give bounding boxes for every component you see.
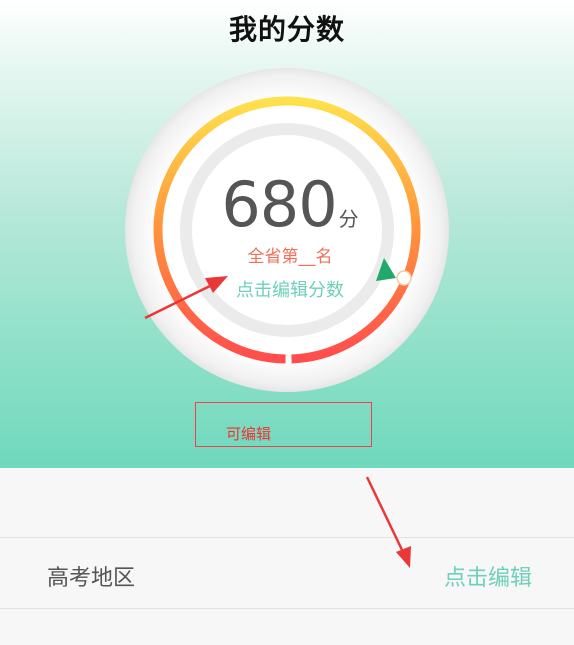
score-value: 680: [221, 168, 337, 241]
region-label: 高考地区: [47, 566, 136, 591]
score-unit: 分: [338, 207, 359, 231]
editable-annotation-label: 可编辑: [226, 425, 272, 443]
editable-annotation-box: 可编辑: [195, 402, 372, 447]
edit-score-link[interactable]: 点击编辑分数: [180, 276, 400, 302]
divider-bottom: [0, 608, 574, 609]
score-header: 我的分数 680 分 全省第__名 点击编辑分数 可编辑: [0, 0, 574, 468]
score-area: 680 分 全省第__名 点击编辑分数: [190, 160, 390, 310]
region-row[interactable]: 高考地区 点击编辑: [0, 538, 574, 608]
score-display: 680 分: [190, 168, 390, 241]
region-edit-link[interactable]: 点击编辑: [444, 560, 532, 592]
province-rank: 全省第__名: [247, 247, 333, 267]
